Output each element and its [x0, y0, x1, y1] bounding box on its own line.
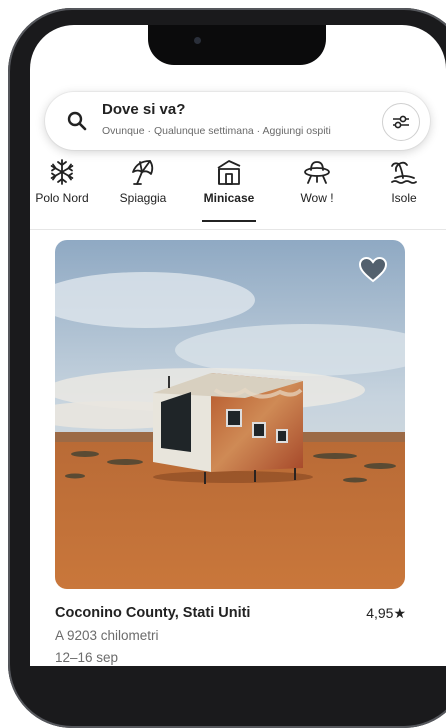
category-label: Polo Nord — [35, 191, 89, 205]
tiny-house-desert-photo — [55, 240, 405, 589]
search-title: Dove si va? — [102, 101, 186, 118]
search-icon — [67, 111, 87, 131]
listing-photo[interactable] — [55, 240, 405, 589]
category-isole[interactable]: Isole — [382, 158, 426, 222]
listing-distance: A 9203 chilometri — [55, 628, 159, 643]
island-icon — [391, 161, 417, 184]
search-subtitle: Ovunque · Qualunque settimana · Aggiungi… — [102, 125, 331, 137]
selected-category-indicator — [202, 220, 256, 222]
star-icon: ★ — [393, 605, 406, 621]
tiny-house-icon — [217, 160, 241, 185]
front-camera — [194, 37, 201, 44]
category-label: Wow ! — [300, 191, 334, 205]
filters-button[interactable] — [382, 103, 420, 141]
listing-title[interactable]: Coconino County, Stati Uniti — [55, 605, 250, 621]
filters-icon — [393, 115, 409, 129]
category-label: Minicase — [203, 191, 255, 205]
category-label: Spiaggia — [119, 191, 167, 205]
search-bar[interactable]: Dove si va? Ovunque · Qualunque settiman… — [45, 92, 430, 150]
category-polo-nord[interactable]: Polo Nord — [32, 158, 92, 222]
favorite-heart-icon[interactable] — [359, 257, 387, 283]
category-wow[interactable]: Wow ! — [292, 158, 342, 222]
category-minicase[interactable]: Minicase — [202, 158, 256, 222]
listing-rating: 4,95★ — [366, 605, 406, 622]
rating-value: 4,95 — [366, 605, 394, 621]
category-spiaggia[interactable]: Spiaggia — [114, 158, 172, 222]
divider — [30, 229, 446, 230]
snowflake-icon — [50, 159, 74, 185]
app-screen: Dove si va? Ovunque · Qualunque settiman… — [30, 25, 446, 666]
category-bar: Polo Nord Spiaggia Minicase Wow ! Isole — [30, 158, 446, 228]
phone-notch — [148, 25, 326, 65]
umbrella-icon — [132, 160, 154, 185]
listing-dates: 12–16 sep — [55, 650, 119, 665]
ufo-icon — [304, 161, 330, 184]
category-label: Isole — [391, 191, 417, 205]
